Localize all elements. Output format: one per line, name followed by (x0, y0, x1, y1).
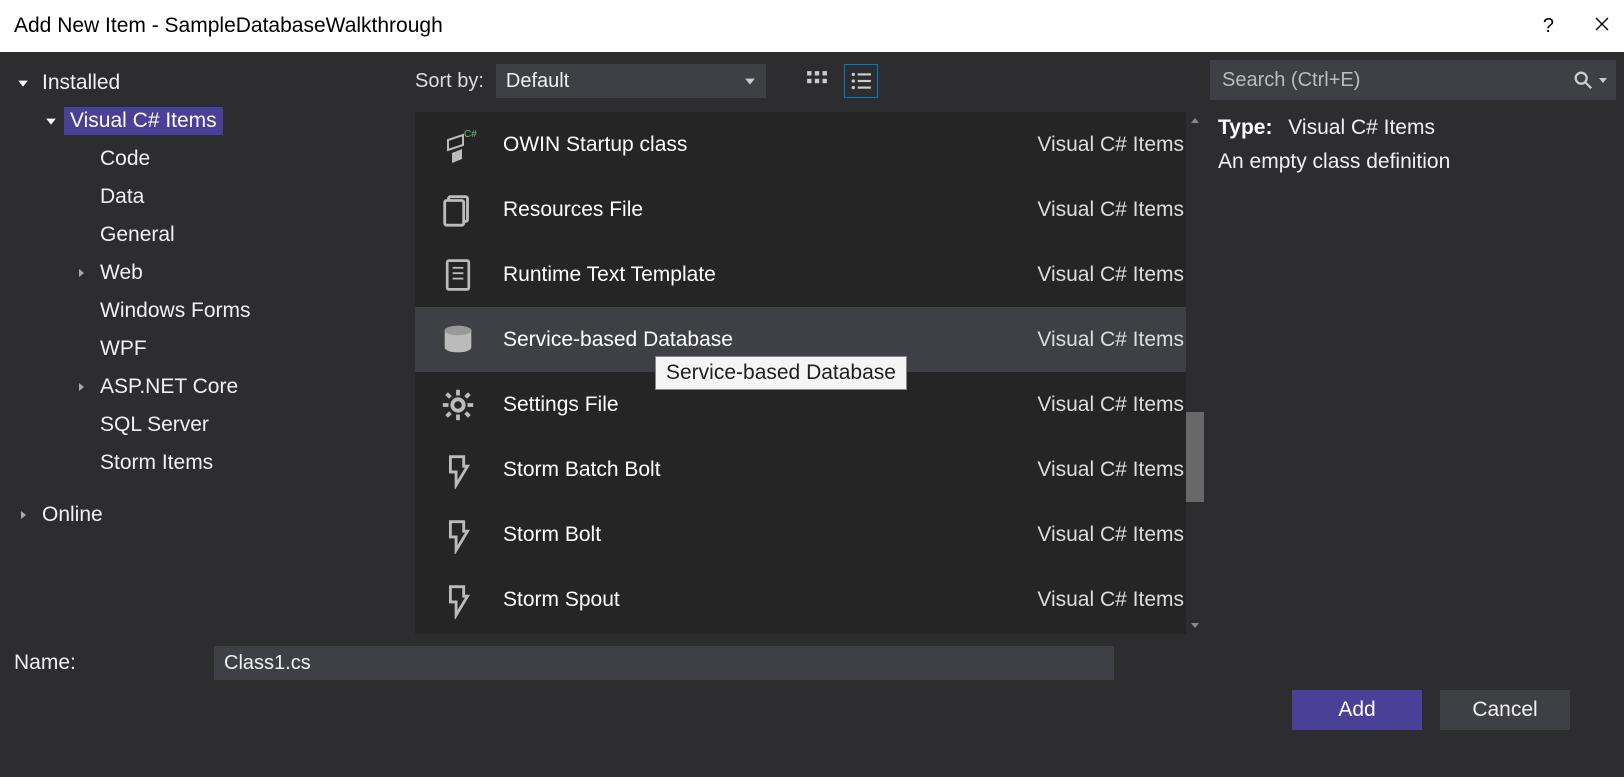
template-owin-startup-class[interactable]: C# OWIN Startup class Visual C# Items (415, 112, 1204, 177)
scrollbar[interactable] (1186, 112, 1204, 634)
details-panel: Type: Visual C# Items An empty class def… (1204, 52, 1624, 634)
tooltip: Service-based Database (655, 356, 907, 390)
cancel-button[interactable]: Cancel (1440, 690, 1570, 730)
template-list: C# OWIN Startup class Visual C# Items Re… (415, 112, 1204, 634)
chevron-right-icon (14, 510, 32, 520)
tree-general[interactable]: General (14, 216, 415, 254)
name-input[interactable] (214, 646, 1114, 680)
tree-aspnet-core[interactable]: ASP.NET Core (14, 368, 415, 406)
class-icon: C# (435, 122, 481, 168)
titlebar: Add New Item - SampleDatabaseWalkthrough… (0, 0, 1624, 52)
template-runtime-text-template[interactable]: Runtime Text Template Visual C# Items (415, 242, 1204, 307)
database-icon (435, 317, 481, 363)
view-tiles-button[interactable] (800, 64, 834, 98)
close-icon (1594, 16, 1610, 32)
tree-visual-csharp-items[interactable]: Visual C# Items (14, 102, 415, 140)
scroll-up-icon[interactable] (1186, 112, 1204, 130)
resources-icon (435, 187, 481, 233)
gear-icon (435, 382, 481, 428)
chevron-right-icon (72, 268, 90, 278)
tree-windows-forms[interactable]: Windows Forms (14, 292, 415, 330)
tree-sql-server[interactable]: SQL Server (14, 406, 415, 444)
template-resources-file[interactable]: Resources File Visual C# Items (415, 177, 1204, 242)
window-title: Add New Item - SampleDatabaseWalkthrough (14, 14, 443, 38)
tree-storm-items[interactable]: Storm Items (14, 444, 415, 482)
chevron-right-icon (72, 382, 90, 392)
template-panel: Sort by: Default (415, 52, 1204, 634)
svg-text:C#: C# (464, 129, 477, 140)
help-button[interactable]: ? (1543, 15, 1554, 38)
tree-online[interactable]: Online (14, 496, 415, 534)
type-label: Type: (1218, 116, 1272, 139)
search-input[interactable] (1222, 69, 1572, 92)
tiles-icon (806, 70, 828, 92)
storm-icon (435, 447, 481, 493)
close-window-button[interactable] (1594, 15, 1610, 38)
name-label: Name: (14, 651, 214, 675)
template-storm-batch-bolt[interactable]: Storm Batch Bolt Visual C# Items (415, 437, 1204, 502)
tree-wpf[interactable]: WPF (14, 330, 415, 368)
tree-web[interactable]: Web (14, 254, 415, 292)
chevron-down-icon (744, 75, 756, 87)
template-storm-spout[interactable]: Storm Spout Visual C# Items (415, 567, 1204, 632)
search-icon[interactable] (1572, 69, 1594, 91)
type-value: Visual C# Items (1288, 116, 1435, 139)
chevron-down-icon (14, 77, 32, 89)
list-icon (850, 70, 872, 92)
tree-installed[interactable]: Installed (14, 64, 415, 102)
add-button[interactable]: Add (1292, 690, 1422, 730)
chevron-down-icon (42, 115, 60, 127)
tree-data[interactable]: Data (14, 178, 415, 216)
tree-code[interactable]: Code (14, 140, 415, 178)
description-text: An empty class definition (1218, 150, 1610, 174)
sort-by-dropdown[interactable]: Default (496, 64, 766, 98)
scrollbar-thumb[interactable] (1186, 412, 1204, 502)
search-box[interactable] (1210, 60, 1616, 100)
storm-icon (435, 512, 481, 558)
chevron-down-icon[interactable] (1598, 75, 1608, 85)
template-storm-bolt[interactable]: Storm Bolt Visual C# Items (415, 502, 1204, 567)
category-tree: Installed Visual C# Items Code Data Gene… (0, 52, 415, 634)
scroll-down-icon[interactable] (1186, 616, 1204, 634)
sort-by-label: Sort by: (415, 70, 484, 93)
document-icon (435, 252, 481, 298)
bottom-panel: Name: Add Cancel (0, 634, 1624, 730)
view-list-button[interactable] (844, 64, 878, 98)
storm-icon (435, 577, 481, 623)
